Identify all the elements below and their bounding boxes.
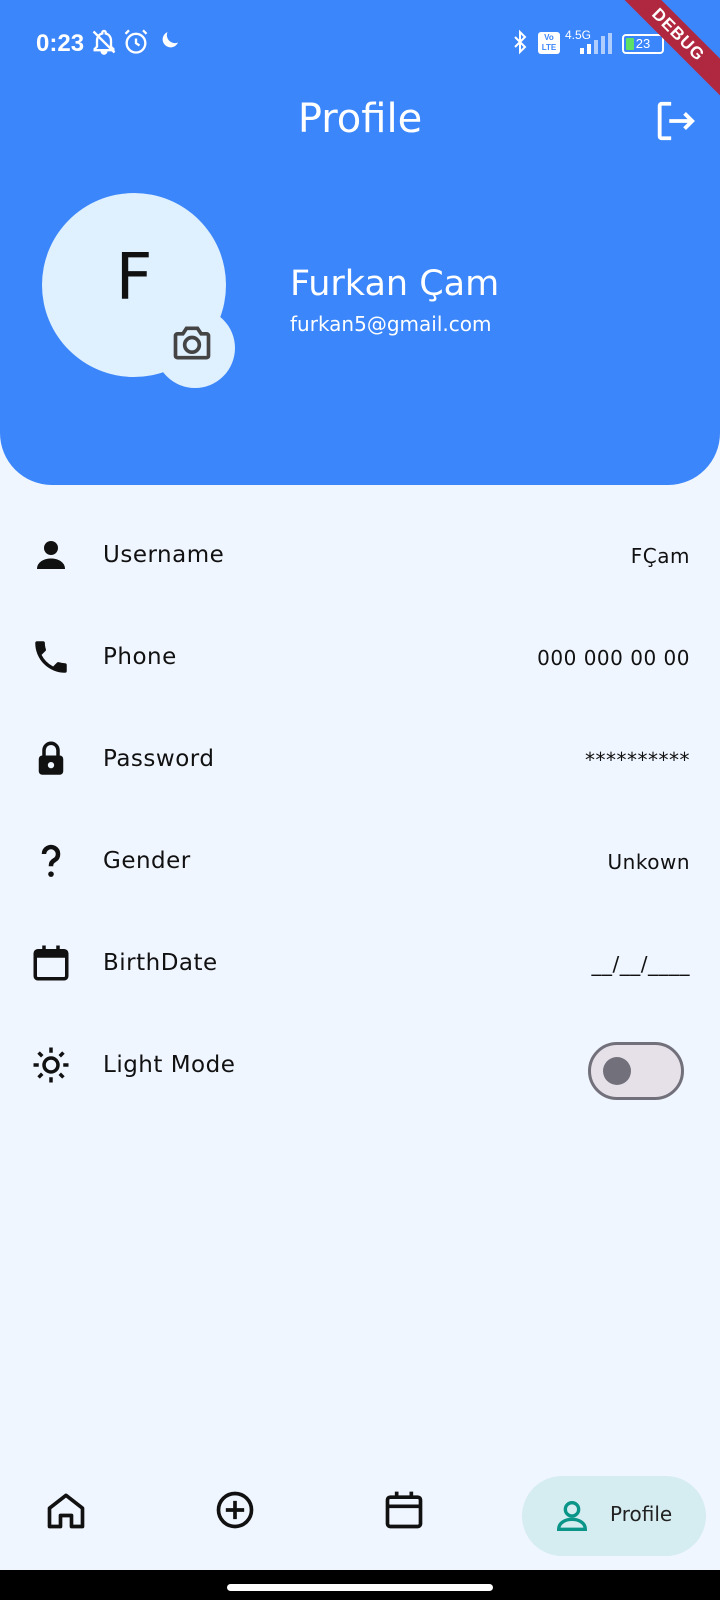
- status-bar: 0:23 Vo LTE 4.5G 23 DEBUG: [0, 0, 720, 101]
- add-circle-icon[interactable]: [213, 1488, 257, 1532]
- birthdate-label: BirthDate: [103, 950, 218, 976]
- birthdate-row[interactable]: BirthDate __/__/____: [0, 920, 720, 1010]
- nav-profile-label: Profile: [610, 1502, 673, 1526]
- phone-value: 000 000 00 00: [537, 646, 690, 670]
- home-icon[interactable]: [44, 1488, 88, 1532]
- light-mode-toggle[interactable]: [588, 1042, 684, 1100]
- phone-label: Phone: [103, 644, 177, 670]
- phone-icon: [35, 641, 67, 673]
- light-mode-label: Light Mode: [103, 1052, 236, 1078]
- status-time: 0:23: [36, 30, 85, 57]
- camera-icon[interactable]: [170, 321, 214, 365]
- signal-icon: [580, 33, 612, 54]
- logout-icon[interactable]: [652, 98, 698, 144]
- calendar-icon: [33, 945, 69, 981]
- password-label: Password: [103, 746, 215, 772]
- bottom-nav: Profile: [0, 1460, 720, 1570]
- gender-label: Gender: [103, 848, 191, 874]
- avatar-letter: F: [115, 241, 153, 315]
- moon-icon: [162, 32, 178, 48]
- phone-row[interactable]: Phone 000 000 00 00: [0, 614, 720, 704]
- volte-icon: Vo LTE: [538, 32, 560, 54]
- birthdate-value: __/__/____: [591, 952, 690, 976]
- sun-icon: [33, 1047, 69, 1083]
- light-mode-row: Light Mode: [0, 1022, 720, 1112]
- username-row[interactable]: Username FÇam: [0, 512, 720, 602]
- username-value: FÇam: [630, 544, 690, 568]
- alarm-icon: [124, 29, 148, 54]
- page-title: Profile: [297, 96, 423, 142]
- user-name: Furkan Çam: [290, 264, 500, 304]
- gender-value: Unkown: [607, 850, 690, 874]
- gender-row[interactable]: Gender Unkown: [0, 818, 720, 908]
- user-email: furkan5@gmail.com: [290, 312, 492, 336]
- lock-icon: [38, 741, 64, 775]
- calendar-icon[interactable]: [382, 1488, 426, 1532]
- nav-profile-tab[interactable]: Profile: [522, 1476, 706, 1556]
- username-label: Username: [103, 542, 225, 568]
- person-icon: [37, 541, 65, 569]
- bluetooth-icon: [514, 29, 527, 55]
- profile-header: 0:23 Vo LTE 4.5G 23 DEBUG Profile F Furk…: [0, 0, 720, 485]
- home-indicator[interactable]: [227, 1584, 493, 1591]
- battery-icon: 23: [622, 34, 664, 54]
- password-value: **********: [585, 748, 690, 772]
- profile-icon: [556, 1501, 588, 1531]
- password-row[interactable]: Password **********: [0, 716, 720, 806]
- question-icon: [41, 844, 61, 877]
- toggle-knob: [603, 1057, 631, 1085]
- battery-level: 23: [635, 36, 651, 51]
- bell-off-icon: [92, 29, 116, 55]
